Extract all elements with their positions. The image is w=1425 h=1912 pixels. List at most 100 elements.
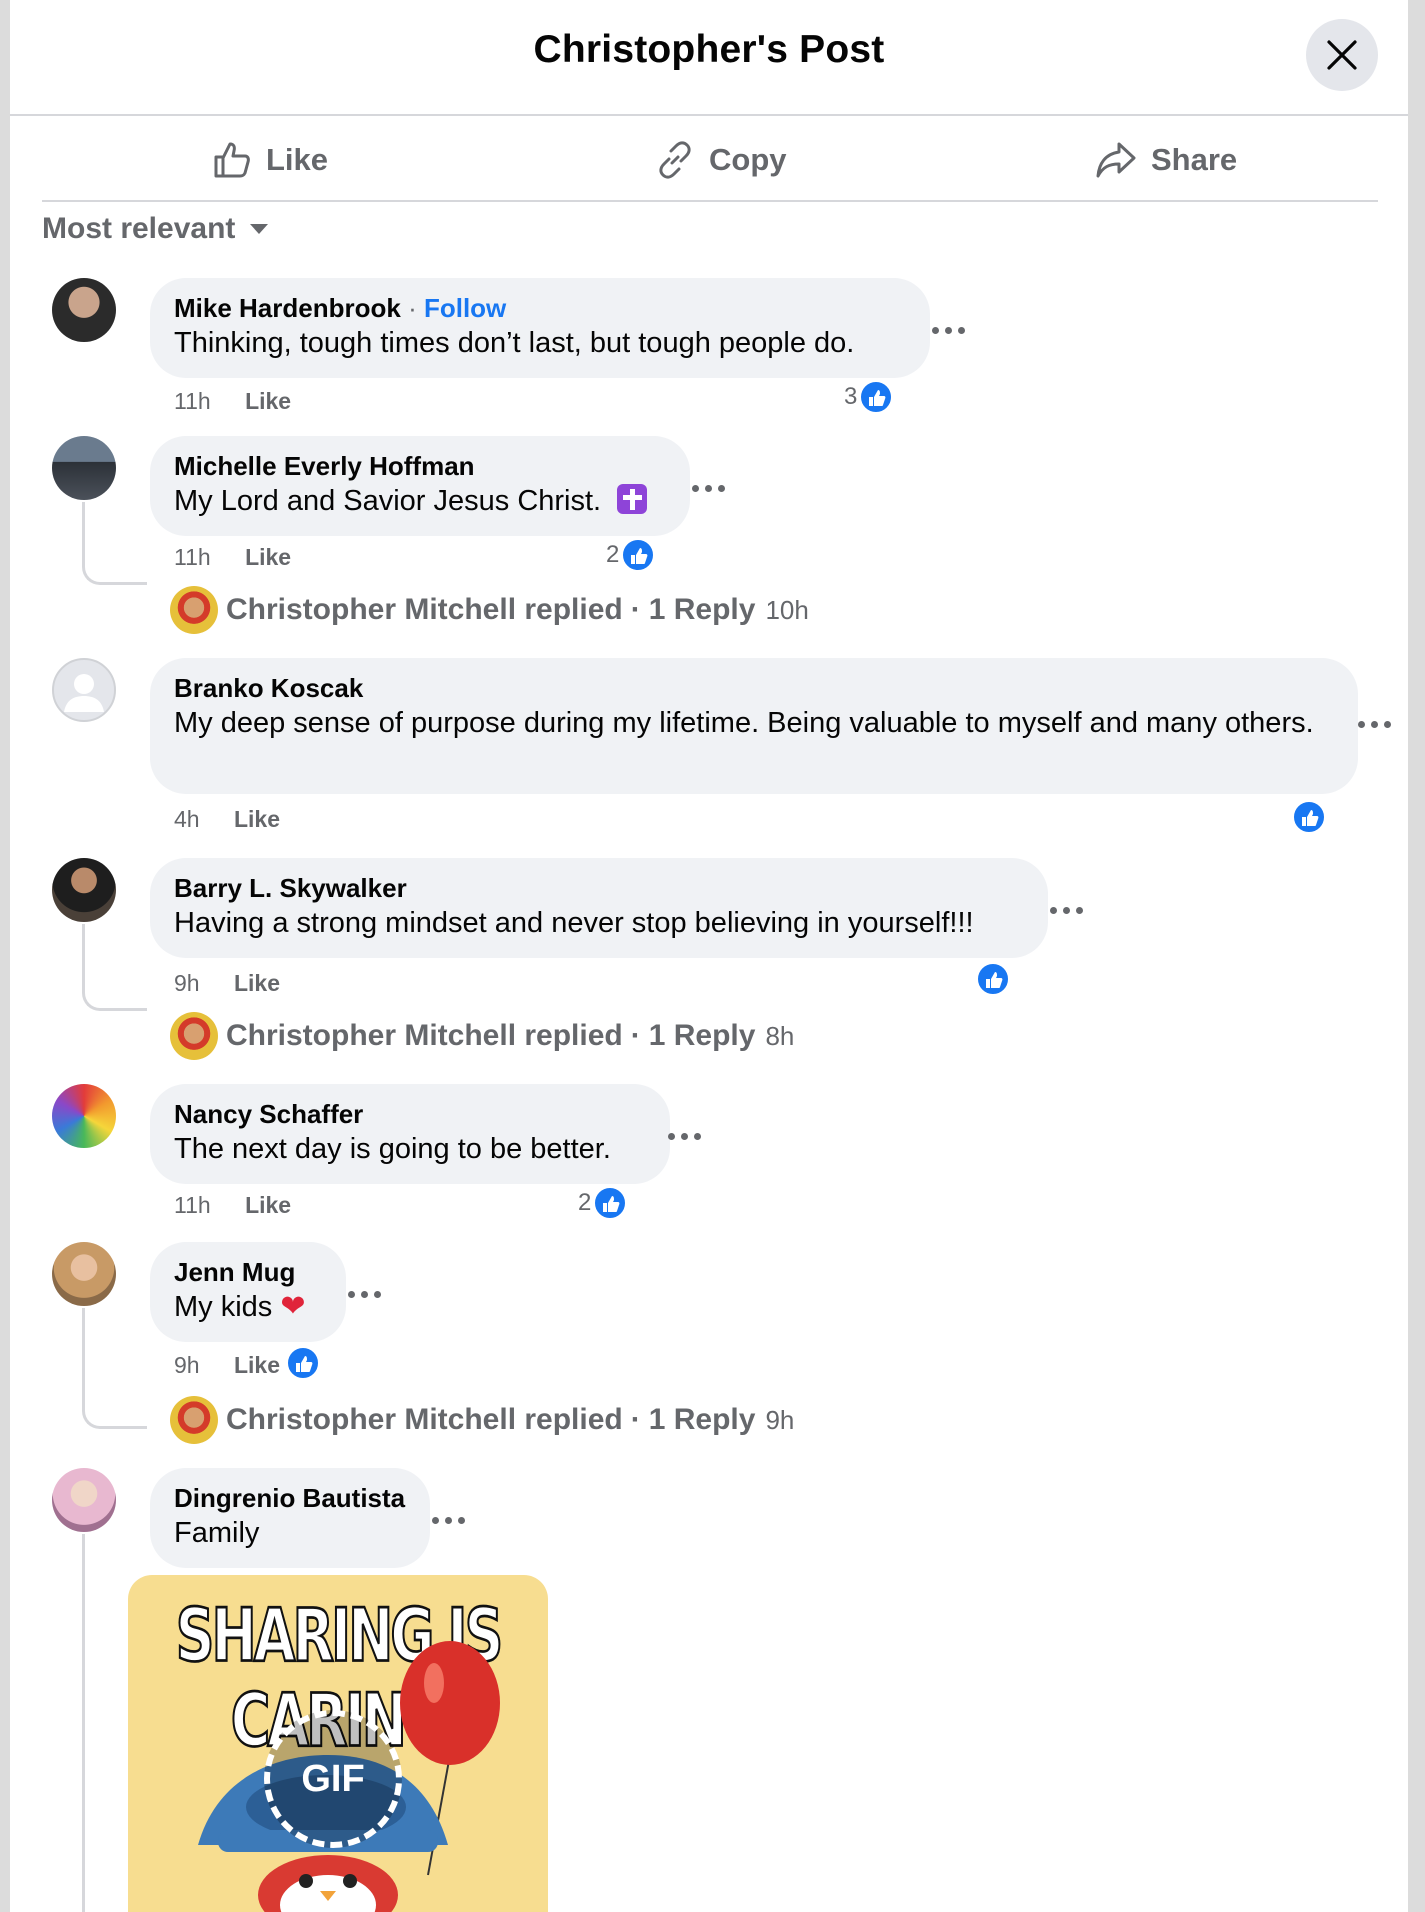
thread-connector <box>82 502 147 585</box>
commenter-name[interactable]: Jenn Mug <box>174 1256 322 1288</box>
comment-like-button[interactable]: Like <box>234 1352 280 1378</box>
reaction-count[interactable]: 2 <box>578 1186 628 1220</box>
follow-link[interactable]: Follow <box>424 293 506 323</box>
reaction-number: 3 <box>844 383 858 410</box>
commenter-name[interactable]: Branko Koscak <box>174 672 1334 704</box>
default-profile-icon <box>64 674 104 712</box>
commenter-name[interactable]: Barry L. Skywalker <box>174 872 1024 904</box>
avatar[interactable] <box>52 1468 116 1532</box>
like-reaction-icon <box>621 538 656 572</box>
copy-button-label: Copy <box>709 142 787 177</box>
comment-like-button[interactable]: Like <box>245 544 291 570</box>
comment-text: My deep sense of purpose during my lifet… <box>174 707 1314 739</box>
post-actions-bar: Like Copy Share <box>42 118 1378 202</box>
view-replies-link[interactable]: Christopher Mitchell replied · 1 Reply 9… <box>170 1396 794 1444</box>
reply-avatar <box>170 1396 218 1444</box>
reaction-number: 2 <box>606 541 620 568</box>
reaction-count[interactable] <box>1292 800 1326 834</box>
more-options-button[interactable] <box>432 1514 468 1526</box>
like-reaction-icon <box>286 1346 320 1380</box>
more-options-button[interactable] <box>932 324 968 336</box>
comment-time: 9h <box>174 1352 200 1378</box>
comment-like-button[interactable]: Like <box>245 1192 291 1218</box>
page-title: Christopher's Post <box>533 28 885 71</box>
avatar[interactable] <box>52 1242 116 1306</box>
commenter-name[interactable]: Nancy Schaffer <box>174 1098 646 1130</box>
separator: · <box>630 593 641 626</box>
caret-down-icon <box>250 224 269 234</box>
reply-count: 1 Reply <box>648 1403 756 1436</box>
comment-bubble: Jenn Mug My kids ❤ <box>150 1242 346 1342</box>
more-options-button[interactable] <box>668 1130 704 1142</box>
reaction-count[interactable] <box>976 962 1010 996</box>
gif-attachment[interactable]: SHARING IS CARING GIF <box>128 1575 548 1912</box>
reaction-count[interactable]: 2 <box>606 538 656 572</box>
avatar[interactable] <box>52 278 116 342</box>
avatar[interactable] <box>52 436 116 500</box>
more-options-button[interactable] <box>1358 718 1394 730</box>
comment-text: Having a strong mindset and never stop b… <box>174 907 974 939</box>
avatar[interactable] <box>52 1084 116 1148</box>
view-replies-link[interactable]: Christopher Mitchell replied · 1 Reply 1… <box>170 586 809 634</box>
comment-time: 11h <box>174 544 211 570</box>
reaction-count[interactable]: 3 <box>844 380 894 414</box>
separator: · <box>630 1403 641 1436</box>
close-icon <box>1327 40 1357 70</box>
comment-bubble: Branko Koscak My deep sense of purpose d… <box>150 658 1358 794</box>
share-icon <box>1096 142 1136 178</box>
sort-dropdown[interactable]: Most relevant <box>42 212 269 246</box>
modal-header: Christopher's Post <box>10 0 1408 116</box>
heart-emoji-icon: ❤ <box>280 1290 306 1323</box>
commenter-name[interactable]: Dingrenio Bautista <box>174 1482 406 1514</box>
more-options-button[interactable] <box>1050 904 1086 916</box>
comment-bubble: Barry L. Skywalker Having a strong minds… <box>150 858 1048 958</box>
like-reaction-icon <box>1292 800 1326 834</box>
comment-text: My Lord and Savior Jesus Christ. <box>174 485 602 517</box>
reply-author: Christopher Mitchell replied <box>226 593 623 626</box>
reply-time: 8h <box>765 1020 795 1051</box>
like-button-label: Like <box>266 142 329 177</box>
sort-label: Most relevant <box>42 212 236 245</box>
reply-author: Christopher Mitchell replied <box>226 1403 623 1436</box>
more-options-button[interactable] <box>348 1288 384 1300</box>
comment-bubble: Michelle Everly Hoffman My Lord and Savi… <box>150 436 690 536</box>
reply-author: Christopher Mitchell replied <box>226 1019 623 1052</box>
comment-text: Family <box>174 1517 260 1549</box>
like-reaction-icon <box>976 962 1010 996</box>
avatar[interactable] <box>52 858 116 922</box>
share-button[interactable]: Share <box>1095 138 1237 182</box>
share-button-label: Share <box>1151 142 1238 177</box>
comment-like-button[interactable]: Like <box>234 970 280 996</box>
comment-like-button[interactable]: Like <box>234 806 280 832</box>
comment-bubble: Nancy Schaffer The next day is going to … <box>150 1084 670 1184</box>
reply-avatar <box>170 1012 218 1060</box>
commenter-name[interactable]: Michelle Everly Hoffman <box>174 450 666 482</box>
comment-time: 4h <box>174 806 200 832</box>
view-replies-link[interactable]: Christopher Mitchell replied · 1 Reply 8… <box>170 1012 794 1060</box>
commenter-name[interactable]: Mike Hardenbrook <box>174 293 401 323</box>
reply-count: 1 Reply <box>648 1019 756 1052</box>
more-options-button[interactable] <box>692 482 728 494</box>
avatar[interactable] <box>52 658 116 722</box>
post-modal: Christopher's Post Like Copy Share Most … <box>10 0 1408 1912</box>
link-icon <box>659 141 691 179</box>
like-button[interactable]: Like <box>212 138 328 182</box>
comment-bubble: Dingrenio Bautista Family <box>150 1468 430 1568</box>
comment-like-button[interactable]: Like <box>245 388 291 414</box>
reaction-count[interactable] <box>286 1346 320 1380</box>
copy-button[interactable]: Copy <box>655 138 787 182</box>
thread-connector <box>82 1534 85 1912</box>
separator: · <box>630 1019 641 1052</box>
comment-time: 11h <box>174 388 211 414</box>
close-button[interactable] <box>1306 19 1378 91</box>
like-reaction-icon <box>859 380 894 414</box>
reply-time: 10h <box>765 594 809 625</box>
reply-avatar <box>170 586 218 634</box>
thumbs-up-icon <box>214 142 250 178</box>
reaction-number: 2 <box>578 1189 592 1216</box>
comment-bubble: Mike Hardenbrook · Follow Thinking, toug… <box>150 278 930 378</box>
comment-text: My kids <box>174 1291 273 1323</box>
thread-connector <box>82 924 147 1011</box>
comment-text: Thinking, tough times don’t last, but to… <box>174 327 855 359</box>
reply-count: 1 Reply <box>648 593 756 626</box>
